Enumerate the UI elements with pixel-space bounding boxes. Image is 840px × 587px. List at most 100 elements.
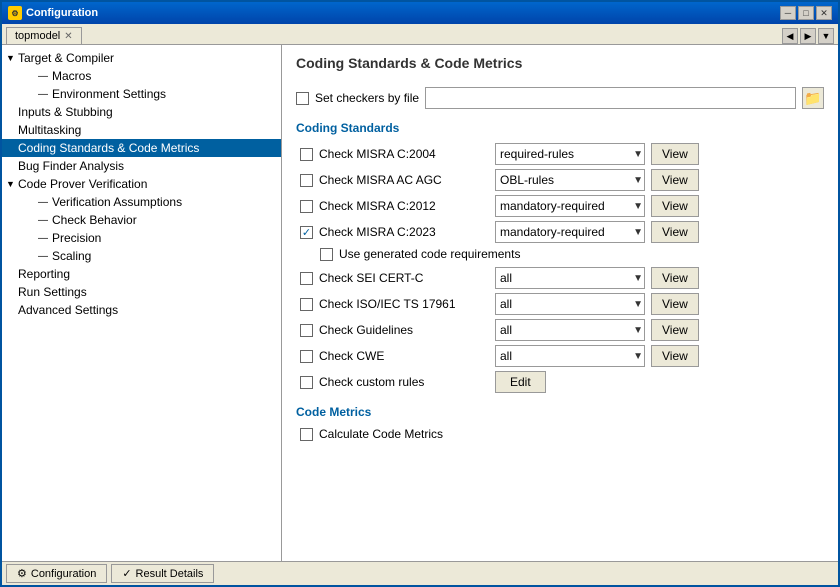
sei-cert-c-checkbox[interactable]: [300, 272, 313, 285]
sei-cert-c-label: Check SEI CERT-C: [319, 271, 489, 285]
checker-row-sei-cert-c: Check SEI CERT-C all▼ View: [296, 267, 824, 289]
cwe-checkbox[interactable]: [300, 350, 313, 363]
sidebar-item-precision[interactable]: —Precision: [2, 229, 281, 247]
misra-ac-agc-label: Check MISRA AC AGC: [319, 173, 489, 187]
cwe-label: Check CWE: [319, 349, 489, 363]
tab-bar: topmodel ✕ ◀ ▶ ▼: [2, 24, 838, 45]
tab-topmodel[interactable]: topmodel ✕: [6, 27, 82, 44]
calculate-metrics-label: Calculate Code Metrics: [319, 427, 443, 441]
sidebar-item-label: Verification Assumptions: [52, 195, 182, 209]
misra-2023-label: Check MISRA C:2023: [319, 225, 489, 239]
use-generated-code-label: Use generated code requirements: [339, 247, 520, 261]
sidebar-item-inputs-stubbing[interactable]: Inputs & Stubbing: [2, 103, 281, 121]
main-content: ▼Target & Compiler—Macros—Environment Se…: [2, 45, 838, 561]
iso-iec-ts-checkbox[interactable]: [300, 298, 313, 311]
misra-2004-dropdown[interactable]: required-rules: [495, 143, 645, 165]
misra-2012-label: Check MISRA C:2012: [319, 199, 489, 213]
sidebar-item-code-prover[interactable]: ▼Code Prover Verification: [2, 175, 281, 193]
tree-dash-icon: —: [38, 215, 52, 226]
misra-2012-dropdown[interactable]: mandatory-required: [495, 195, 645, 217]
tab-menu-button[interactable]: ▼: [818, 28, 834, 44]
sidebar-item-multitasking[interactable]: Multitasking: [2, 121, 281, 139]
sidebar-item-scaling[interactable]: —Scaling: [2, 247, 281, 265]
checker-row-guidelines: Check Guidelines all▼ View: [296, 319, 824, 341]
misra-2023-view-button[interactable]: View: [651, 221, 699, 243]
tab-next-button[interactable]: ▶: [800, 28, 816, 44]
sidebar-item-verification-assumptions[interactable]: —Verification Assumptions: [2, 193, 281, 211]
sidebar-item-coding-standards[interactable]: Coding Standards & Code Metrics: [2, 139, 281, 157]
guidelines-dropdown-wrapper: all▼: [495, 319, 645, 341]
tab-prev-button[interactable]: ◀: [782, 28, 798, 44]
iso-iec-ts-dropdown-wrapper: all▼: [495, 293, 645, 315]
guidelines-label: Check Guidelines: [319, 323, 489, 337]
check-icon: ✓: [122, 567, 131, 580]
close-window-button[interactable]: ✕: [816, 6, 832, 20]
main-window: ⚙ Configuration ─ □ ✕ topmodel ✕ ◀ ▶ ▼ ▼…: [0, 0, 840, 587]
bottom-bar: ⚙Configuration ✓ Result Details: [2, 561, 838, 585]
set-checkers-row: Set checkers by file 📁: [296, 87, 824, 109]
folder-icon: 📁: [804, 90, 821, 107]
sidebar-item-label: Advanced Settings: [18, 303, 118, 317]
panel-title: Coding Standards & Code Metrics: [296, 55, 824, 75]
title-bar-left: ⚙ Configuration: [8, 6, 98, 20]
misra-2004-checkbox[interactable]: [300, 148, 313, 161]
sidebar-item-bug-finder[interactable]: Bug Finder Analysis: [2, 157, 281, 175]
sidebar-item-label: Bug Finder Analysis: [18, 159, 124, 173]
maximize-button[interactable]: □: [798, 6, 814, 20]
custom-rules-edit-button[interactable]: Edit: [495, 371, 546, 393]
sidebar-item-label: Target & Compiler: [18, 51, 114, 65]
minimize-button[interactable]: ─: [780, 6, 796, 20]
tab-label: topmodel: [15, 30, 60, 42]
use-generated-code-checkbox[interactable]: [320, 248, 333, 261]
sidebar-item-macros[interactable]: —Macros: [2, 67, 281, 85]
tab-close-icon[interactable]: ✕: [64, 31, 72, 42]
cwe-dropdown[interactable]: all: [495, 345, 645, 367]
misra-2023-dropdown[interactable]: mandatory-required: [495, 221, 645, 243]
misra-ac-agc-view-button[interactable]: View: [651, 169, 699, 191]
misra-ac-agc-checkbox[interactable]: [300, 174, 313, 187]
custom-rules-checkbox[interactable]: [300, 376, 313, 389]
sidebar: ▼Target & Compiler—Macros—Environment Se…: [2, 45, 282, 561]
sidebar-item-reporting[interactable]: Reporting: [2, 265, 281, 283]
set-checkers-checkbox[interactable]: [296, 92, 309, 105]
sei-cert-c-dropdown[interactable]: all: [495, 267, 645, 289]
sidebar-item-label: Run Settings: [18, 285, 87, 299]
cwe-dropdown-wrapper: all▼: [495, 345, 645, 367]
set-checkers-input[interactable]: [425, 87, 796, 109]
iso-iec-ts-label: Check ISO/IEC TS 17961: [319, 297, 489, 311]
guidelines-dropdown[interactable]: all: [495, 319, 645, 341]
tree-dash-icon: —: [38, 71, 52, 82]
sidebar-item-advanced-settings[interactable]: Advanced Settings: [2, 301, 281, 319]
sidebar-item-label: Macros: [52, 69, 91, 83]
sidebar-item-label: Multitasking: [18, 123, 81, 137]
sidebar-item-run-settings[interactable]: Run Settings: [2, 283, 281, 301]
sei-cert-c-view-button[interactable]: View: [651, 267, 699, 289]
misra-2004-label: Check MISRA C:2004: [319, 147, 489, 161]
bottom-tab-configuration[interactable]: ⚙Configuration: [6, 564, 107, 583]
iso-iec-ts-dropdown[interactable]: all: [495, 293, 645, 315]
bottom-tab-result-details[interactable]: ✓ Result Details: [111, 564, 214, 583]
checker-row-misra-2012: Check MISRA C:2012mandatory-required▼Vie…: [296, 195, 824, 217]
bottom-tab-label: Result Details: [136, 568, 204, 580]
folder-button[interactable]: 📁: [802, 87, 824, 109]
gear-icon: ⚙: [17, 567, 27, 580]
misra-ac-agc-dropdown-wrapper: OBL-rules▼: [495, 169, 645, 191]
misra-ac-agc-dropdown[interactable]: OBL-rules: [495, 169, 645, 191]
sei-cert-c-dropdown-wrapper: all▼: [495, 267, 645, 289]
guidelines-checkbox[interactable]: [300, 324, 313, 337]
misra-2023-checkbox[interactable]: ✓: [300, 226, 313, 239]
iso-iec-ts-view-button[interactable]: View: [651, 293, 699, 315]
tree-dash-icon: —: [38, 251, 52, 262]
misra-2023-dropdown-wrapper: mandatory-required▼: [495, 221, 645, 243]
sidebar-item-check-behavior[interactable]: —Check Behavior: [2, 211, 281, 229]
calculate-metrics-checkbox[interactable]: [300, 428, 313, 441]
misra-2004-view-button[interactable]: View: [651, 143, 699, 165]
sidebar-item-env-settings[interactable]: —Environment Settings: [2, 85, 281, 103]
sidebar-item-label: Code Prover Verification: [18, 177, 147, 191]
cwe-view-button[interactable]: View: [651, 345, 699, 367]
checker-row-cwe: Check CWE all▼ View: [296, 345, 824, 367]
misra-2012-view-button[interactable]: View: [651, 195, 699, 217]
misra-2012-checkbox[interactable]: [300, 200, 313, 213]
guidelines-view-button[interactable]: View: [651, 319, 699, 341]
sidebar-item-target-compiler[interactable]: ▼Target & Compiler: [2, 49, 281, 67]
